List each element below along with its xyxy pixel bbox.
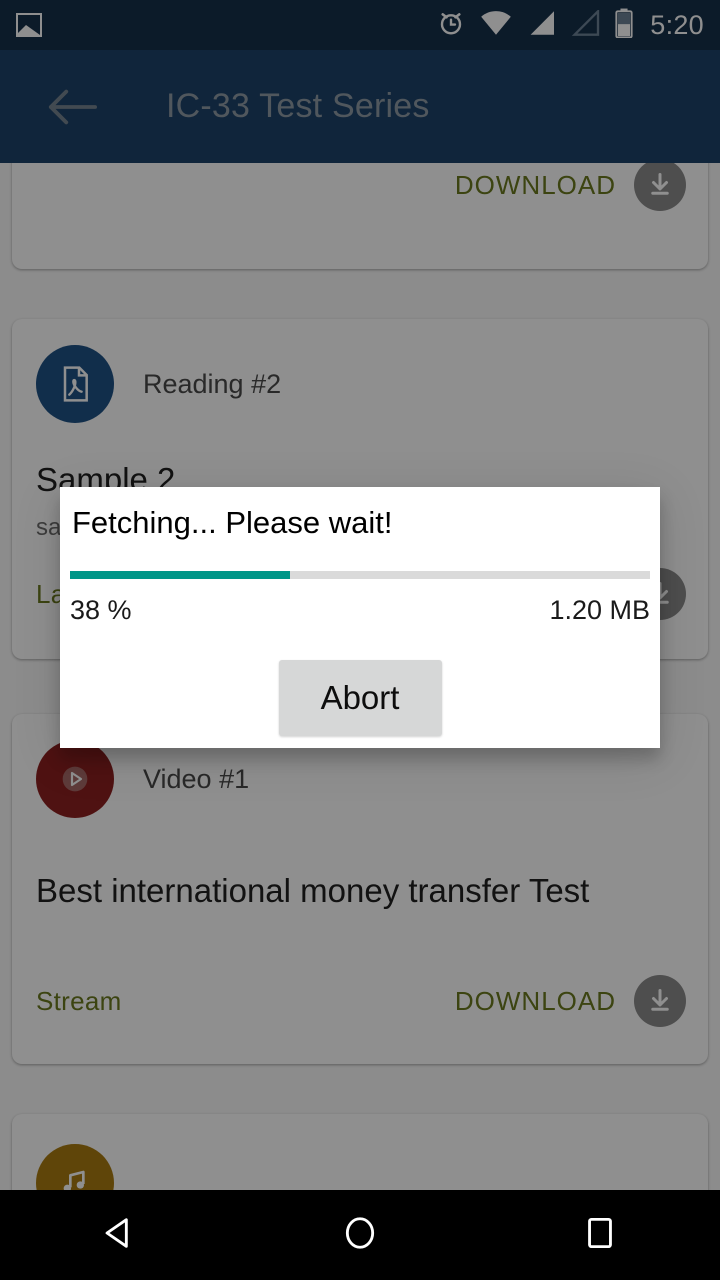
app-root: 5:20 IC-33 Test Series DOWNLOAD Reading … xyxy=(0,0,720,1280)
fetching-dialog: Fetching... Please wait! 38 % 1.20 MB Ab… xyxy=(60,487,660,748)
progress-percent-label: 38 % xyxy=(70,595,132,625)
back-triangle-icon xyxy=(101,1214,139,1257)
navigation-bar xyxy=(0,1190,720,1280)
download-progress-fill xyxy=(70,571,291,579)
home-circle-icon xyxy=(341,1214,379,1257)
recents-square-icon xyxy=(581,1214,619,1257)
progress-size-label: 1.20 MB xyxy=(549,595,650,625)
progress-meta: 38 % 1.20 MB xyxy=(70,595,650,626)
nav-home-button[interactable] xyxy=(305,1190,415,1280)
nav-back-button[interactable] xyxy=(65,1190,175,1280)
abort-button[interactable]: Abort xyxy=(278,660,442,736)
nav-recents-button[interactable] xyxy=(545,1190,655,1280)
dialog-title: Fetching... Please wait! xyxy=(72,505,393,540)
dialog-actions: Abort xyxy=(60,660,660,736)
download-progress-bar xyxy=(70,571,650,579)
